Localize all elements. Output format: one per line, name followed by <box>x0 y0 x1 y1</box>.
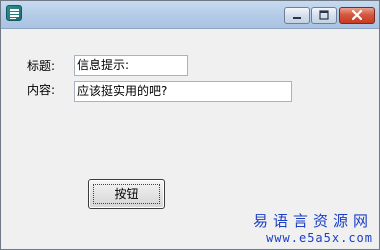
close-button[interactable] <box>339 7 375 24</box>
title-label: 标题: <box>27 59 56 73</box>
watermark-name: 易语言资源网 <box>252 212 373 230</box>
action-button[interactable]: 按钮 <box>88 179 165 209</box>
content-input[interactable]: 应该挺实用的吧? <box>74 81 292 102</box>
focus-rectangle <box>93 184 160 204</box>
title-input[interactable]: 信息提示: <box>74 55 188 76</box>
site-watermark: 易语言资源网 www.e5a5x.com <box>253 213 373 247</box>
minimize-button[interactable] <box>284 7 310 24</box>
minimize-icon <box>293 17 301 19</box>
watermark-url: www.e5a5x.com <box>266 231 373 245</box>
app-icon <box>6 5 22 21</box>
maximize-button[interactable] <box>311 7 337 24</box>
content-label: 内容: <box>27 83 56 97</box>
app-window: 标题: 信息提示: 内容: 应该挺实用的吧? 按钮 易语言资源网 www.e5a… <box>0 0 380 250</box>
title-bar[interactable] <box>1 1 379 29</box>
maximize-icon <box>319 10 329 20</box>
close-icon <box>351 9 363 21</box>
